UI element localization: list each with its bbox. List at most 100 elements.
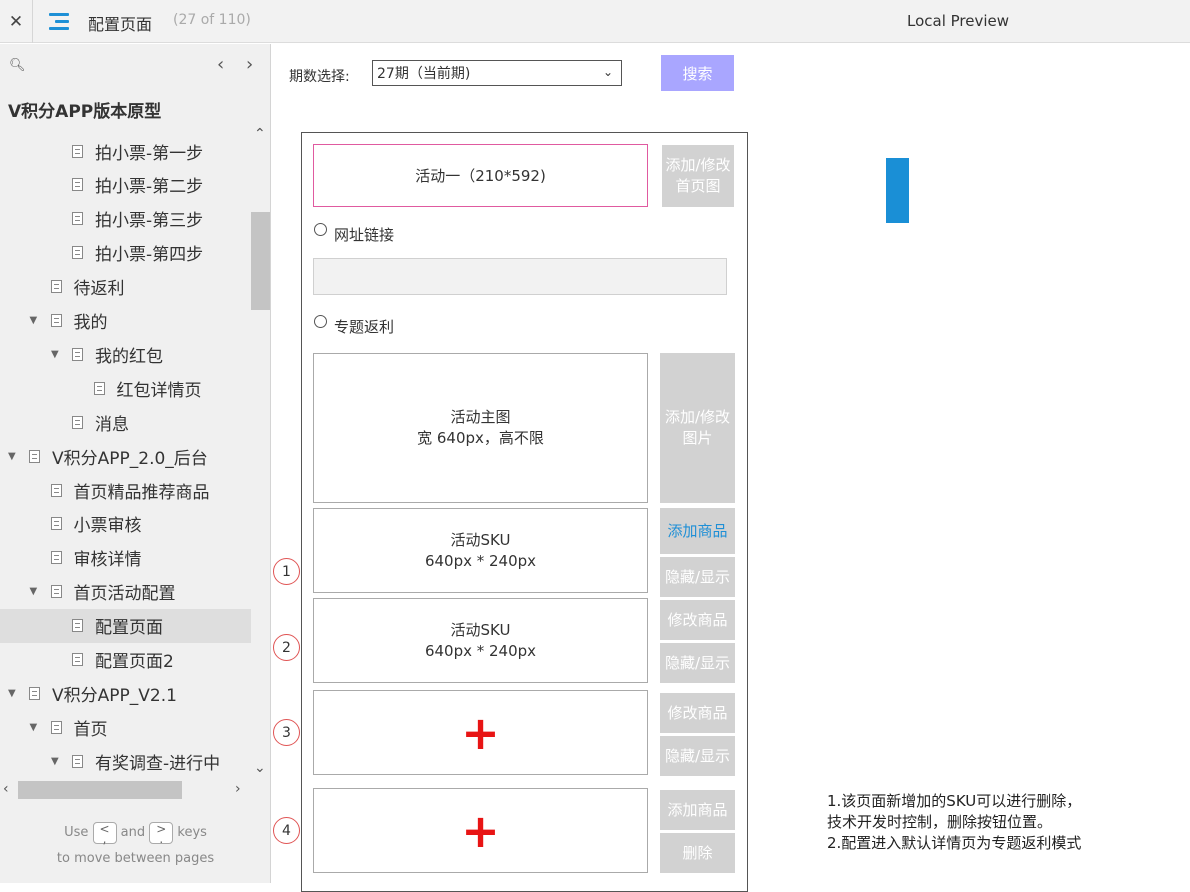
topic-radio-label: 专题返利 [334,318,395,336]
period-select[interactable]: 27期（当前期) ⌄ [372,60,622,86]
tree-item[interactable]: ▼ 有奖调查-进行中 [0,744,251,776]
topic-radio[interactable] [314,315,327,328]
step-marker: 1 [273,558,300,585]
period-value: 27期（当前期) [377,66,471,82]
add-product-button[interactable]: 添加商品 [660,508,735,554]
caret-down-icon[interactable]: ▼ [8,451,16,462]
step-marker: 3 [273,719,300,746]
scroll-right-icon[interactable]: › [235,781,241,797]
add-sku-box-3[interactable]: + [313,690,648,775]
tree-item-label: 拍小票-第四步 [95,245,204,266]
caret-down-icon[interactable]: ▼ [30,315,38,326]
page-icon [72,246,83,260]
help-line2: to move between pages [56,851,215,866]
tree-item-label: 红包详情页 [116,380,202,401]
horizontal-scroll-thumb[interactable] [18,781,182,799]
main-image-spec: 宽 640px，高不限 [417,429,544,447]
add-product-button[interactable]: 添加商品 [660,790,735,830]
page-counter: (27 of 110) [173,12,251,28]
tree-item[interactable]: 待返利 [0,270,251,304]
chevron-right-icon[interactable]: › [246,54,253,75]
step-marker: 2 [273,634,300,661]
tree-item[interactable]: 小票审核 [0,507,251,541]
vertical-scrollbar[interactable] [251,212,270,310]
tree-item-label: 配置页面 [95,618,163,639]
hide-show-button[interactable]: 隐藏/显示 [660,643,735,683]
tree-item[interactable]: 拍小票-第四步 [0,236,251,270]
tree-item-label: 拍小票-第三步 [95,211,204,232]
caret-down-icon[interactable]: ▼ [8,688,16,699]
sidebar: 🔍︎ ‹ › V积分APP版本原型 拍小票-第一步 拍小票-第二步拍小票-第三步拍… [0,44,271,883]
scroll-up-icon[interactable]: ⌃ [254,126,266,142]
tree-item[interactable]: ▼ V积分APP_2.0_后台 [0,439,251,473]
caret-down-icon[interactable]: ▼ [30,586,38,597]
close-icon[interactable]: ✕ [0,0,33,43]
tree-item[interactable]: 消息 [0,405,251,439]
project-title: V积分APP版本原型 [8,102,162,122]
search-button[interactable]: 搜索 [661,55,734,91]
page-icon [50,280,62,294]
page-icon [72,347,83,361]
tree-item[interactable]: ▼ 首页 [0,710,251,744]
delete-button[interactable]: 删除 [660,833,735,873]
caret-down-icon[interactable]: ▼ [30,722,38,733]
tree-item[interactable]: 审核详情 [0,541,251,575]
top-bar: ✕ 配置页面 (27 of 110) Local Preview [0,0,1190,43]
tree-item[interactable]: 首页精品推荐商品 [0,473,251,507]
caret-down-icon[interactable]: ▼ [51,349,59,360]
page-icon [72,178,83,192]
tree-item-label: 小票审核 [73,516,142,537]
url-input[interactable] [313,258,727,295]
scroll-down-icon[interactable]: ⌄ [254,760,266,776]
hide-show-button[interactable]: 隐藏/显示 [660,557,735,597]
tree-item[interactable]: 配置页面 [0,608,251,643]
page-title: 配置页面 [88,15,153,34]
tree-item-label: 我的红包 [95,346,163,367]
page-icon [72,212,83,226]
add-image-button[interactable]: 添加/修改图片 [660,353,735,503]
step-marker: 4 [273,817,300,844]
edit-product-button[interactable]: 修改商品 [660,600,735,640]
add-home-image-label: 添加/修改首页图 [665,156,731,195]
horizontal-scrollbar[interactable]: ‹ › [0,780,251,800]
scroll-left-icon[interactable]: ‹ [3,781,9,797]
page-icon [50,517,62,531]
plus-icon: + [461,803,500,858]
url-radio-label: 网址链接 [334,226,395,244]
add-home-image-button[interactable]: 添加/修改首页图 [662,145,734,207]
tree-item[interactable]: 拍小票-第三步 [0,202,251,236]
add-sku-box-4[interactable]: + [313,788,648,873]
main-image-title: 活动主图 [450,408,511,426]
prev-key-icon: <, [92,821,117,845]
tree-item[interactable]: ▼ 我的 [0,304,251,338]
tree-item-label: 我的 [73,313,108,333]
tree-item[interactable]: ▼ V积分APP_V2.1 [0,676,251,710]
page-icon [50,720,62,734]
sku-title: 活动SKU [450,530,511,549]
sku-spec: 640px * 240px [424,641,537,660]
chevron-left-icon[interactable]: ‹ [217,54,224,75]
period-label: 期数选择: [289,69,350,85]
tree-item[interactable]: 配置页面2 [0,643,251,677]
tree-item[interactable]: 拍小票-第二步 [0,168,251,202]
page-tree[interactable]: 拍小票-第一步 拍小票-第二步拍小票-第三步 拍小票-第四步待返利 ▼ 我的 ▼ 我的红包红… [0,122,251,776]
help-use: Use [64,825,89,840]
caret-down-icon[interactable]: ▼ [51,756,59,767]
tree-item[interactable]: 拍小票-第一步 [0,134,251,168]
search-icon[interactable]: 🔍︎ [9,58,26,73]
tree-item[interactable]: 红包详情页 [0,371,251,405]
tree-item-label: 首页活动配置 [73,584,176,605]
tree-item-label: 首页精品推荐商品 [73,482,210,503]
tree-item-label: 配置页面2 [95,652,174,672]
tree-item-label: V积分APP_2.0_后台 [52,448,208,469]
page-icon [93,381,105,395]
edit-product-button[interactable]: 修改商品 [660,693,735,733]
menu-icon[interactable] [49,11,71,31]
url-radio[interactable] [314,223,327,236]
sku-spec: 640px * 240px [424,551,537,570]
tree-item[interactable]: ▼ 我的红包 [0,337,251,371]
hide-show-button[interactable]: 隐藏/显示 [660,736,735,776]
tree-item-label: 审核详情 [73,550,142,571]
notes-text: 1.该页面新增加的SKU可以进行删除，技术开发时控制，删除按钮位置。 2.配置进… [827,792,1082,852]
tree-item[interactable]: ▼ 首页活动配置 [0,575,251,609]
